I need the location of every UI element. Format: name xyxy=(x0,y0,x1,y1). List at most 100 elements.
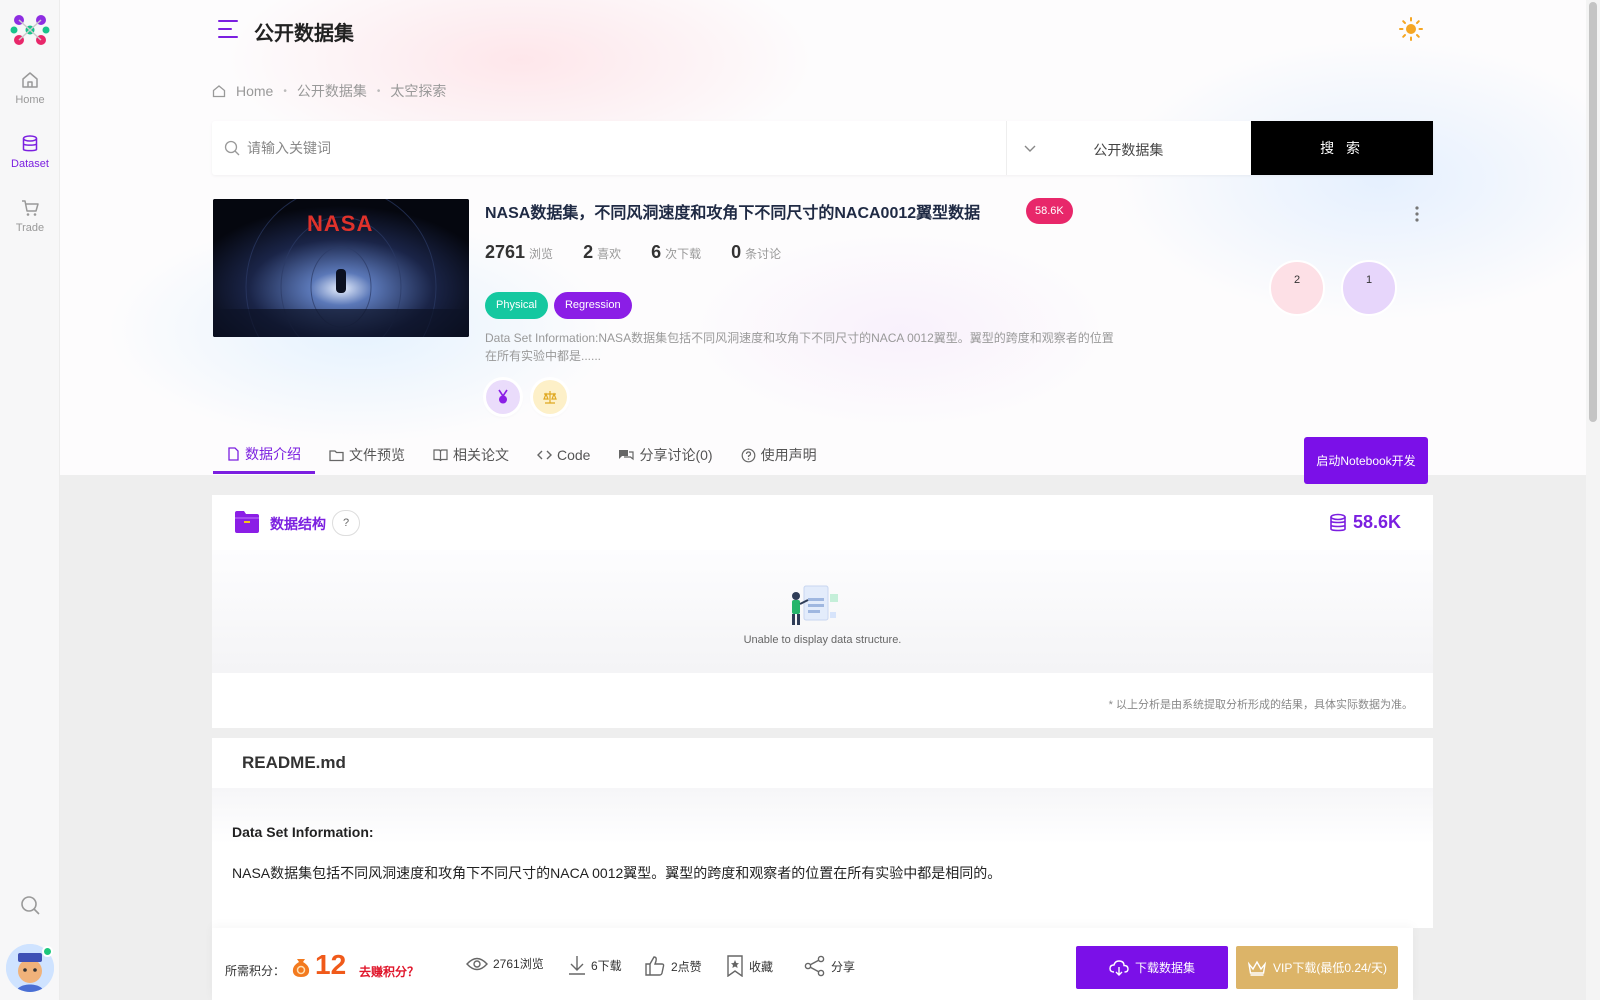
cloud-download-icon xyxy=(1109,959,1129,976)
folder-icon xyxy=(329,450,344,462)
tab-file-preview[interactable]: 文件预览 xyxy=(315,436,419,474)
views-label: 2761浏览 xyxy=(493,957,544,971)
readme-header: README.md xyxy=(212,738,1433,788)
home-icon xyxy=(22,72,38,88)
tab-data-intro[interactable]: 数据介绍 xyxy=(213,436,315,474)
sidebar-item-trade[interactable]: Trade xyxy=(0,198,60,234)
vip-download-button[interactable]: VIP下载(最低0.24/天) xyxy=(1236,946,1398,989)
dataset-title[interactable]: NASA数据集，不同风洞速度和攻角下不同尺寸的NACA0012翼型数据 xyxy=(485,199,980,223)
sidebar-item-dataset[interactable]: Dataset xyxy=(0,134,60,170)
search-icon xyxy=(224,140,240,156)
search-button[interactable]: 搜 索 xyxy=(1251,121,1433,175)
downloads-action[interactable]: 6下载 xyxy=(568,955,622,975)
question-icon xyxy=(741,448,755,462)
more-options-icon[interactable] xyxy=(1414,205,1420,223)
app-logo[interactable] xyxy=(10,14,50,46)
vote-circle[interactable]: 1 xyxy=(1341,260,1397,316)
readme-heading: Data Set Information: xyxy=(232,824,374,840)
tab-label: Code xyxy=(557,447,591,463)
points-label: 所需积分： xyxy=(225,964,286,978)
data-structure-footer: * 以上分析是由系统提取分析形成的结果，具体实际数据为准。 xyxy=(212,673,1433,728)
theme-toggle-sun-icon[interactable] xyxy=(1399,17,1423,41)
downloads-label: 6下载 xyxy=(591,958,622,973)
size-badge: 58.6K xyxy=(1026,198,1073,224)
data-structure-title: 数据结构 xyxy=(270,516,326,532)
sidebar-item-label: Home xyxy=(15,94,45,106)
stat-downloads: 6 次下载 xyxy=(651,242,702,262)
likes-label: 2点赞 xyxy=(671,959,702,974)
stat-discussions: 0 条讨论 xyxy=(731,242,782,262)
scale-icon xyxy=(543,391,557,404)
download-dataset-button[interactable]: 下载数据集 xyxy=(1076,946,1228,989)
tab-papers[interactable]: 相关论文 xyxy=(419,436,523,474)
launch-notebook-button[interactable]: 启动Notebook开发 xyxy=(1304,437,1428,484)
tab-discussion[interactable]: 分享讨论(0) xyxy=(604,436,726,474)
earn-points-link[interactable]: 去赚积分？ xyxy=(359,963,419,980)
like-action[interactable]: 2点赞 xyxy=(644,955,702,977)
coin-bag-icon xyxy=(292,959,310,977)
help-button[interactable]: ? xyxy=(332,510,360,536)
scrollbar-thumb[interactable] xyxy=(1589,2,1597,422)
empty-state-text: Unable to display data structure. xyxy=(743,634,902,646)
tag-regression[interactable]: Regression xyxy=(553,292,632,319)
analysis-note: * 以上分析是由系统提取分析形成的结果，具体实际数据为准。 xyxy=(1108,699,1413,711)
book-icon xyxy=(433,449,448,462)
breadcrumb-separator: • xyxy=(376,85,381,97)
dataset-thumbnail[interactable]: NASA xyxy=(213,199,469,337)
search-icon[interactable] xyxy=(19,894,41,916)
search-input[interactable] xyxy=(212,121,1007,175)
tab-usage-statement[interactable]: 使用声明 xyxy=(727,436,831,474)
download-button-label: 下载数据集 xyxy=(1134,961,1195,975)
favorite-action[interactable]: 收藏 xyxy=(726,955,773,977)
search-scope-select[interactable]: 公开数据集 xyxy=(1006,121,1251,175)
sidebar: Home Dataset Trade xyxy=(0,0,60,1000)
bookmark-star-icon xyxy=(727,955,743,977)
favorite-label: 收藏 xyxy=(749,959,774,974)
data-structure-size-value: 58.6K xyxy=(1352,512,1401,532)
data-structure-size: 58.6K xyxy=(1329,512,1401,533)
online-status-dot xyxy=(42,946,53,957)
menu-icon[interactable] xyxy=(217,18,239,40)
views-action: 2761浏览 xyxy=(466,955,544,972)
home-icon xyxy=(212,85,226,98)
vip-button-label: VIP下载(最低0.24/天) xyxy=(1272,961,1388,975)
stat-views: 2761 浏览 xyxy=(485,242,554,262)
data-structure-header: 数据结构 ? 58.6K xyxy=(212,495,1433,550)
action-bar: 所需积分： 12 去赚积分？ 2761浏览 6下载 2点赞 收藏 分享 下载数据… xyxy=(212,928,1413,1000)
balance-badge[interactable] xyxy=(533,380,567,414)
search-bar: 公开数据集 搜 索 xyxy=(212,121,1433,175)
readme-paragraph: NASA数据集包括不同风洞速度和攻角下不同尺寸的NACA 0012翼型。翼型的跨… xyxy=(232,865,1002,881)
readme-title: README.md xyxy=(242,753,346,772)
vote-circle[interactable]: 2 xyxy=(1269,260,1325,316)
tab-label: 文件预览 xyxy=(349,447,405,463)
breadcrumb-home[interactable]: Home xyxy=(236,83,273,99)
tab-label: 相关论文 xyxy=(453,447,509,463)
sidebar-item-label: Trade xyxy=(15,222,45,234)
database-icon xyxy=(1330,513,1346,531)
tab-label: 数据介绍 xyxy=(245,445,301,462)
tab-code[interactable]: Code xyxy=(523,436,604,474)
medal-icon xyxy=(498,389,508,404)
folder-icon xyxy=(235,511,259,533)
cart-icon xyxy=(22,200,39,216)
dataset-stats: 2761 浏览 2 喜欢 6 次下载 0 条讨论 xyxy=(485,242,781,263)
breadcrumb-separator: • xyxy=(283,85,287,97)
chat-icon xyxy=(619,450,635,461)
share-icon xyxy=(804,955,825,977)
tab-label: 使用声明 xyxy=(760,447,817,463)
medal-badge[interactable] xyxy=(486,380,520,414)
tag-list: Physical Regression xyxy=(485,292,632,319)
thumbnail-nasa-logo: NASA xyxy=(307,211,374,236)
tag-physical[interactable]: Physical xyxy=(485,292,548,319)
code-icon xyxy=(537,450,552,460)
file-icon xyxy=(228,446,239,461)
tab-label: 分享讨论(0) xyxy=(639,447,713,463)
empty-state-illustration xyxy=(792,585,838,625)
dataset-description: Data Set Information:NASA数据集包括不同风洞速度和攻角下… xyxy=(485,331,1114,363)
breadcrumb-datasets[interactable]: 公开数据集 xyxy=(297,81,367,101)
stat-likes: 2 喜欢 xyxy=(583,242,622,262)
share-action[interactable]: 分享 xyxy=(804,955,855,977)
crown-icon xyxy=(1247,960,1267,976)
download-icon xyxy=(569,956,585,975)
sidebar-item-home[interactable]: Home xyxy=(0,70,60,106)
